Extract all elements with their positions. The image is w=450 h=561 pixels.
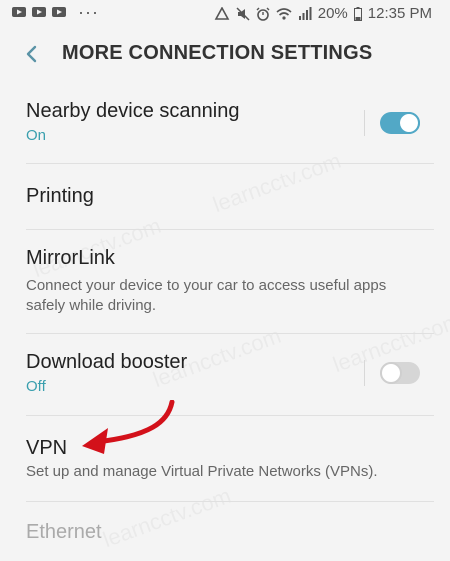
setting-printing[interactable]: Printing xyxy=(0,165,450,227)
battery-icon xyxy=(353,6,362,21)
signal-icon xyxy=(298,6,312,20)
nearby-scanning-toggle[interactable] xyxy=(380,112,420,134)
divider xyxy=(26,229,434,230)
setting-title: Ethernet xyxy=(26,521,102,543)
toggle-knob xyxy=(380,362,402,384)
setting-title: MirrorLink xyxy=(26,247,115,269)
status-bar: ··· 20% 12:35 PM xyxy=(0,0,450,30)
annotation-arrow-icon xyxy=(82,400,175,454)
battery-percent: 20% xyxy=(317,5,348,22)
youtube-icon xyxy=(52,7,66,17)
setting-description: Connect your device to your car to acces… xyxy=(26,277,387,314)
download-booster-toggle[interactable] xyxy=(380,362,420,384)
setting-title: Printing xyxy=(26,185,94,207)
page-title: MORE CONNECTION SETTINGS xyxy=(62,42,373,64)
setting-status: Off xyxy=(26,378,46,395)
youtube-icon xyxy=(12,7,26,17)
divider xyxy=(26,501,434,502)
setting-ethernet[interactable]: Ethernet xyxy=(0,503,450,561)
overflow-indicator: ··· xyxy=(78,2,99,22)
divider xyxy=(26,333,434,334)
youtube-icon xyxy=(32,7,46,17)
clock: 12:35 PM xyxy=(367,5,432,22)
wifi-icon xyxy=(276,7,292,20)
app-bar: MORE CONNECTION SETTINGS xyxy=(0,30,450,80)
back-arrow-icon[interactable] xyxy=(20,42,44,66)
setting-status: On xyxy=(26,127,47,144)
setting-title: Nearby device scanning xyxy=(26,100,240,122)
toggle-knob xyxy=(398,112,420,134)
mute-icon xyxy=(236,6,250,21)
setting-nearby-device-scanning[interactable]: Nearby device scanning On xyxy=(0,90,450,160)
setting-mirrorlink[interactable]: MirrorLink Connect your device to your c… xyxy=(0,231,450,331)
divider xyxy=(364,110,365,136)
divider xyxy=(364,360,365,386)
divider xyxy=(26,163,434,164)
sync-icon xyxy=(214,6,230,20)
alarm-icon xyxy=(256,7,270,21)
setting-title: Download booster xyxy=(26,351,188,373)
